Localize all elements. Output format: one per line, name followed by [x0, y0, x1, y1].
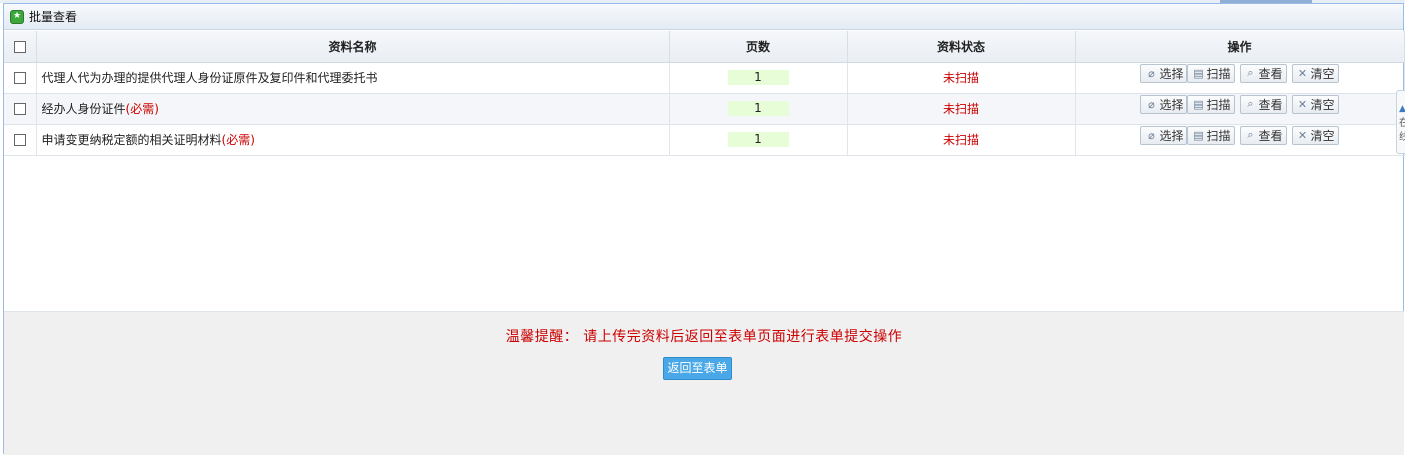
- material-name: 申请变更纳税定额的相关证明材料(必需): [36, 124, 670, 156]
- select-all-checkbox[interactable]: [13, 40, 26, 53]
- row-actions: ⌀ 选择 ▤ 扫描 ⌕ 查看 ✕ 清空: [1075, 62, 1405, 94]
- header-status: 资料状态: [847, 31, 1076, 63]
- view-button[interactable]: ⌕ 查看: [1239, 63, 1287, 83]
- arrow-icon: ▲: [1399, 105, 1405, 114]
- panel-star-icon: ★: [10, 9, 24, 24]
- clear-button[interactable]: ✕ 清空: [1291, 125, 1339, 145]
- view-button[interactable]: ⌕ 查看: [1239, 125, 1287, 145]
- header-pages: 页数: [669, 31, 848, 63]
- footer-area: 温馨提醒： 请上传完资料后返回至表单页面进行表单提交操作 返回至表单: [4, 311, 1404, 455]
- paperclip-icon: ⌀: [1148, 97, 1155, 111]
- select-button[interactable]: ⌀ 选择: [1140, 125, 1188, 145]
- batch-view-panel: ★ 批量查看 资料名称 页数 资料状态 操作 代理人代为办理的提供代理人身份证原…: [3, 3, 1405, 455]
- table-row: 经办人身份证件(必需) 1 未扫描 ⌀ 选择 ▤ 扫描 ⌕ 查看 ✕ 清空: [4, 93, 1405, 125]
- close-icon: ✕: [1297, 97, 1308, 111]
- scan-status: 未扫描: [847, 93, 1076, 125]
- scan-status: 未扫描: [847, 62, 1076, 94]
- row-checkbox[interactable]: [13, 134, 26, 146]
- magnifier-icon: ⌕: [1247, 66, 1254, 79]
- row-actions: ⌀ 选择 ▤ 扫描 ⌕ 查看 ✕ 清空: [1075, 93, 1405, 125]
- printer-icon: ▤: [1193, 128, 1204, 142]
- paperclip-icon: ⌀: [1148, 128, 1155, 142]
- printer-icon: ▤: [1193, 97, 1204, 111]
- side-floating-tab[interactable]: ▲ 在线: [1396, 90, 1405, 154]
- material-name: 经办人身份证件(必需): [36, 93, 670, 125]
- header-name: 资料名称: [36, 31, 670, 63]
- material-name: 代理人代为办理的提供代理人身份证原件及复印件和代理委托书: [36, 62, 670, 94]
- magnifier-icon: ⌕: [1247, 97, 1254, 110]
- table-row: 代理人代为办理的提供代理人身份证原件及复印件和代理委托书 1 未扫描 ⌀ 选择 ▤ 扫…: [4, 62, 1405, 94]
- magnifier-icon: ⌕: [1247, 128, 1254, 141]
- select-button[interactable]: ⌀ 选择: [1140, 63, 1188, 83]
- header-select-all[interactable]: [4, 31, 37, 63]
- page-count: 1: [727, 132, 789, 147]
- materials-table: 资料名称 页数 资料状态 操作 代理人代为办理的提供代理人身份证原件及复印件和代…: [4, 31, 1405, 156]
- select-button[interactable]: ⌀ 选择: [1140, 94, 1188, 114]
- scan-button[interactable]: ▤ 扫描: [1187, 125, 1235, 145]
- table-header-row: 资料名称 页数 资料状态 操作: [4, 31, 1405, 63]
- scan-status: 未扫描: [847, 124, 1076, 156]
- row-checkbox[interactable]: [13, 103, 26, 115]
- reminder-text: 温馨提醒： 请上传完资料后返回至表单页面进行表单提交操作: [505, 329, 903, 345]
- scan-button[interactable]: ▤ 扫描: [1187, 94, 1235, 114]
- header-ops: 操作: [1075, 31, 1405, 63]
- page-count: 1: [727, 70, 789, 85]
- page-count: 1: [727, 101, 789, 116]
- back-to-form-button[interactable]: 返回至表单: [663, 357, 732, 380]
- view-button[interactable]: ⌕ 查看: [1239, 94, 1287, 114]
- paperclip-icon: ⌀: [1148, 66, 1155, 80]
- close-icon: ✕: [1297, 66, 1308, 80]
- clear-button[interactable]: ✕ 清空: [1291, 94, 1339, 114]
- close-icon: ✕: [1297, 128, 1308, 142]
- clear-button[interactable]: ✕ 清空: [1291, 63, 1339, 83]
- table-row: 申请变更纳税定额的相关证明材料(必需) 1 未扫描 ⌀ 选择 ▤ 扫描 ⌕ 查看 ✕ 清空: [4, 124, 1405, 156]
- printer-icon: ▤: [1193, 66, 1204, 80]
- row-actions: ⌀ 选择 ▤ 扫描 ⌕ 查看 ✕ 清空: [1075, 124, 1405, 156]
- panel-title: 批量查看: [29, 10, 78, 24]
- row-checkbox[interactable]: [13, 72, 26, 84]
- panel-header: ★ 批量查看: [4, 4, 1403, 30]
- side-tab-label: 在线: [1399, 117, 1405, 145]
- scan-button[interactable]: ▤ 扫描: [1187, 63, 1235, 83]
